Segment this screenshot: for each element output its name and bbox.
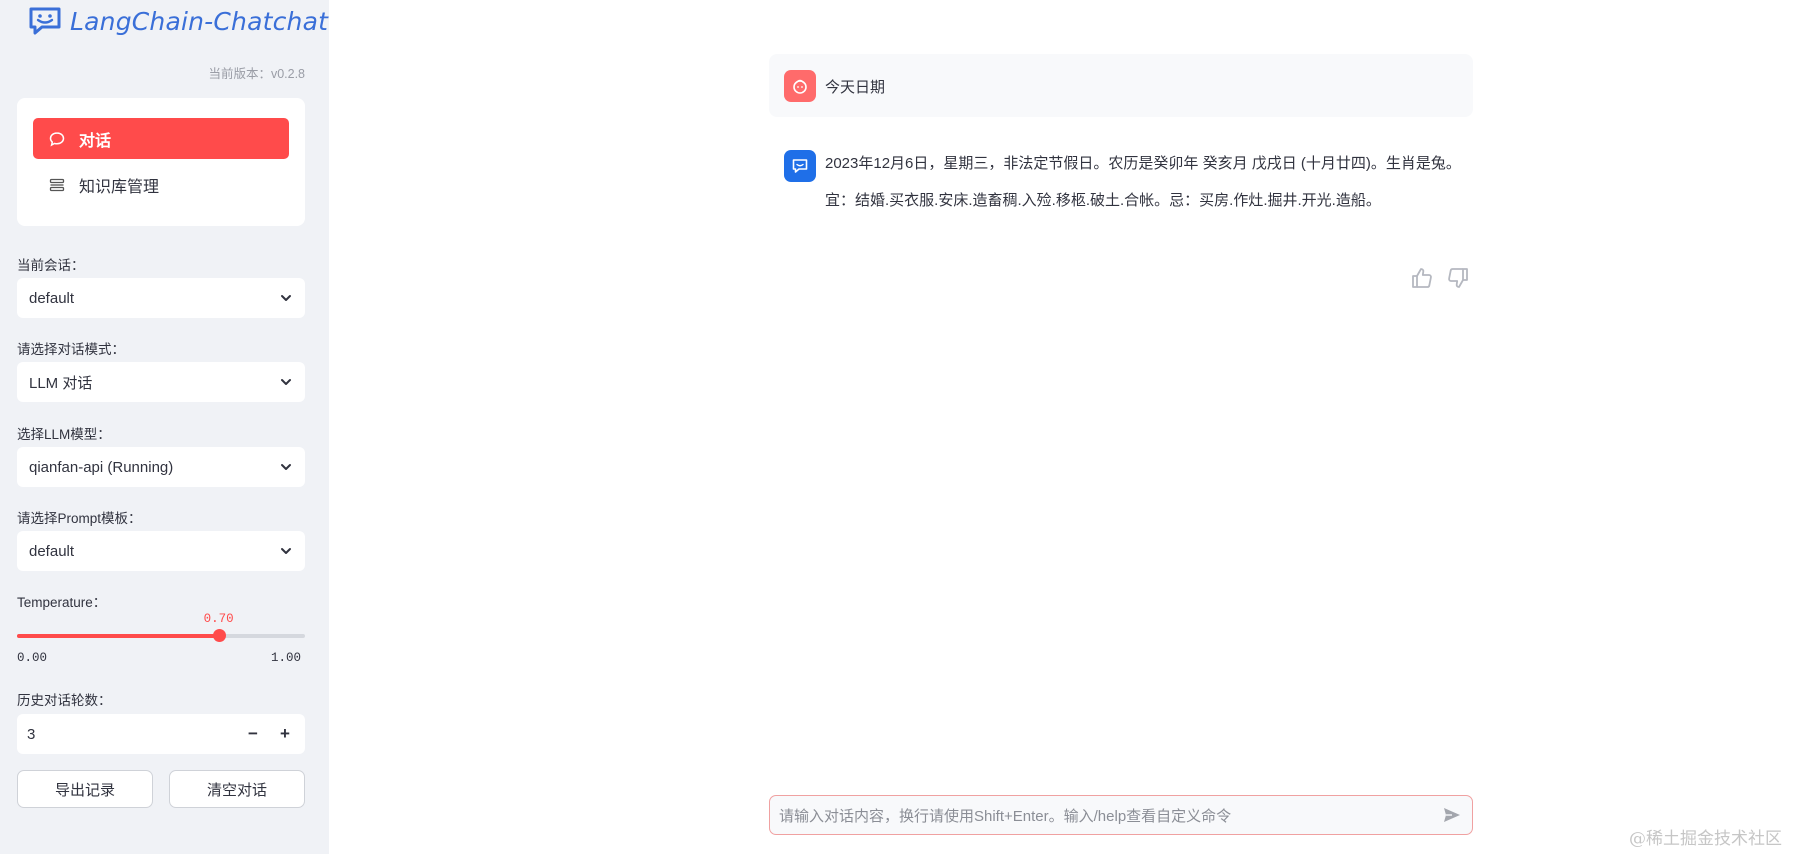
- session-label: 当前会话：: [17, 258, 85, 273]
- user-face-icon: [793, 79, 807, 94]
- history-label: 历史对话轮数：: [17, 693, 112, 708]
- model-select-value: qianfan-api (Running): [29, 458, 174, 476]
- decrement-button[interactable]: −: [237, 714, 269, 754]
- temperature-label: Temperature：: [17, 595, 107, 610]
- increment-button[interactable]: +: [269, 714, 301, 754]
- logo-chat-icon: [29, 7, 61, 35]
- app-logo: LangChain-Chatchat: [28, 6, 328, 36]
- mode-select[interactable]: LLM 对话: [17, 362, 305, 402]
- chat-bubble-icon: [49, 131, 65, 146]
- thumbs-down-button[interactable]: [1444, 264, 1472, 292]
- nav-item-chat-label: 对话: [79, 132, 112, 150]
- user-avatar: [784, 70, 816, 102]
- history-input[interactable]: 3: [27, 726, 35, 743]
- thumbs-up-button[interactable]: [1408, 264, 1436, 292]
- chat-input[interactable]: 请输入对话内容，换行请使用Shift+Enter。输入/help查看自定义命令: [769, 795, 1473, 835]
- thumbs-up-icon: [1412, 268, 1432, 288]
- user-message: 今天日期: [769, 54, 1473, 117]
- temperature-max: 1.00: [271, 651, 302, 665]
- list-icon: [49, 178, 65, 191]
- temperature-min: 0.00: [17, 651, 48, 665]
- session-select[interactable]: default: [17, 278, 305, 318]
- session-select-value: default: [29, 289, 75, 307]
- bot-chat-icon: [792, 159, 808, 173]
- assistant-avatar: [784, 150, 816, 182]
- chevron-down-icon: [281, 548, 291, 554]
- thumbs-down-icon: [1448, 268, 1468, 288]
- nav-item-knowledge-base-label: 知识库管理: [79, 178, 160, 196]
- assistant-message-paragraph: 2023年12月6日，星期三，非法定节假日。农历是癸卯年 癸亥月 戊戌日 (十月…: [825, 155, 1461, 172]
- chevron-down-icon: [281, 464, 291, 470]
- clear-chat-button[interactable]: 清空对话: [169, 770, 305, 808]
- export-button[interactable]: 导出记录: [17, 770, 153, 808]
- mode-label: 请选择对话模式：: [17, 342, 125, 357]
- chevron-down-icon: [281, 295, 291, 301]
- nav-menu: 对话 知识库管理: [17, 98, 305, 226]
- temperature-value: 0.70: [203, 612, 234, 626]
- history-stepper: 3 − +: [17, 714, 305, 754]
- prompt-label: 请选择Prompt模板：: [17, 511, 142, 526]
- chevron-down-icon: [281, 379, 291, 385]
- nav-item-chat[interactable]: 对话: [33, 118, 289, 159]
- assistant-message-paragraph: 宜：结婚.买衣服.安床.造畜稠.入殓.移柩.破土.合帐。忌：买房.作灶.掘井.开…: [825, 192, 1381, 209]
- send-icon[interactable]: [1442, 805, 1462, 825]
- prompt-select-value: default: [29, 542, 75, 560]
- sidebar: LangChain-Chatchat 当前版本：v0.2.8 对话 知识库管理 …: [0, 0, 329, 854]
- chat-input-placeholder: 请输入对话内容，换行请使用Shift+Enter。输入/help查看自定义命令: [779, 807, 1232, 825]
- prompt-select[interactable]: default: [17, 531, 305, 571]
- assistant-message: 2023年12月6日，星期三，非法定节假日。农历是癸卯年 癸亥月 戊戌日 (十月…: [825, 151, 1470, 213]
- user-message-text: 今天日期: [825, 79, 886, 96]
- mode-select-value: LLM 对话: [29, 374, 93, 392]
- temperature-slider[interactable]: [17, 629, 305, 642]
- watermark: @稀土掘金技术社区: [1629, 829, 1782, 849]
- version-label: 当前版本：v0.2.8: [208, 67, 305, 81]
- logo-text: LangChain-Chatchat: [70, 6, 329, 36]
- model-label: 选择LLM模型：: [17, 427, 111, 442]
- nav-item-knowledge-base[interactable]: 知识库管理: [33, 164, 289, 205]
- model-select[interactable]: qianfan-api (Running): [17, 447, 305, 487]
- temperature-slider-thumb[interactable]: [212, 629, 226, 642]
- temperature-slider-fill: [17, 634, 219, 638]
